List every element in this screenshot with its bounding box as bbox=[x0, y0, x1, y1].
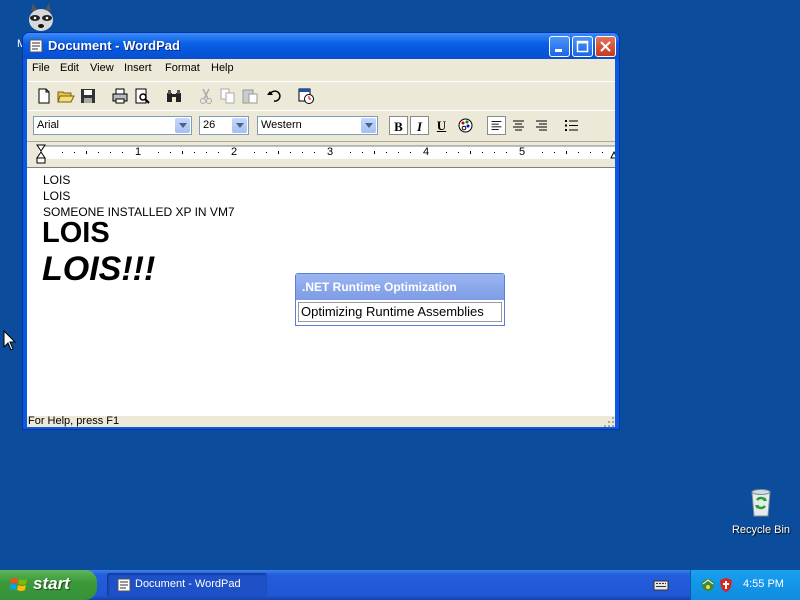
chevron-down-icon[interactable] bbox=[361, 118, 376, 133]
undo-icon[interactable] bbox=[265, 87, 283, 105]
bullets-icon[interactable] bbox=[562, 116, 581, 135]
ruler[interactable]: 1 2 3 4 5 bbox=[27, 141, 615, 165]
close-button[interactable] bbox=[595, 36, 616, 57]
menu-edit[interactable]: Edit bbox=[60, 62, 79, 74]
minimize-icon bbox=[555, 49, 562, 52]
font-name-combo[interactable]: Arial bbox=[33, 116, 192, 135]
open-folder-icon[interactable] bbox=[57, 87, 75, 105]
recycle-bin-label: Recycle Bin bbox=[731, 524, 791, 536]
resize-grip-icon[interactable] bbox=[603, 415, 615, 427]
start-button[interactable]: start bbox=[0, 570, 97, 600]
ruler-mark-4: 4 bbox=[423, 146, 430, 158]
mouse-cursor-icon bbox=[3, 330, 17, 351]
network-icon[interactable] bbox=[700, 577, 716, 593]
align-right-icon[interactable] bbox=[532, 116, 551, 135]
font-name-value: Arial bbox=[37, 119, 60, 131]
maximize-icon bbox=[576, 40, 589, 53]
font-size-value: 26 bbox=[203, 119, 216, 131]
bold-button[interactable]: B bbox=[389, 116, 408, 135]
print-preview-icon[interactable] bbox=[133, 87, 151, 105]
menu-format[interactable]: Format bbox=[165, 62, 200, 74]
find-icon[interactable] bbox=[165, 87, 183, 105]
ruler-mark-3: 3 bbox=[327, 146, 334, 158]
document-line: LOIS bbox=[43, 189, 71, 203]
standard-toolbar bbox=[27, 81, 615, 111]
copy-icon[interactable] bbox=[219, 87, 237, 105]
dotnet-optimization-popup: .NET Runtime Optimization Optimizing Run… bbox=[295, 273, 505, 326]
script-value: Western bbox=[261, 119, 302, 131]
document-line: LOIS bbox=[43, 173, 71, 187]
taskbar: start Document - WordPad 4:55 PM bbox=[0, 570, 800, 600]
menu-bar: File Edit View Insert Format Help bbox=[27, 59, 615, 78]
maximize-button[interactable] bbox=[572, 36, 593, 57]
popup-message: Optimizing Runtime Assemblies bbox=[298, 302, 502, 322]
document-line: LOIS!!! bbox=[42, 250, 156, 288]
document-line: LOIS bbox=[42, 217, 110, 249]
wordpad-window: Document - WordPad File Edit View Insert… bbox=[22, 32, 620, 430]
minimize-button[interactable] bbox=[549, 36, 570, 57]
insert-date-time-icon[interactable] bbox=[297, 87, 315, 105]
menu-insert[interactable]: Insert bbox=[124, 62, 152, 74]
window-client: File Edit View Insert Format Help Arial bbox=[27, 59, 615, 427]
taskbar-item-wordpad[interactable]: Document - WordPad bbox=[107, 573, 267, 597]
chevron-down-icon[interactable] bbox=[232, 118, 247, 133]
close-icon bbox=[600, 41, 611, 52]
taskbar-item-label: Document - WordPad bbox=[135, 578, 241, 590]
new-document-icon[interactable] bbox=[35, 87, 53, 105]
ruler-mark-5: 5 bbox=[519, 146, 526, 158]
recycle-bin-icon bbox=[751, 489, 771, 517]
keyboard-icon[interactable] bbox=[653, 578, 669, 592]
ruler-mark-2: 2 bbox=[231, 146, 238, 158]
print-icon[interactable] bbox=[111, 87, 129, 105]
script-combo[interactable]: Western bbox=[257, 116, 378, 135]
underline-button[interactable]: U bbox=[432, 116, 451, 135]
wordpad-icon bbox=[117, 578, 131, 592]
italic-button[interactable]: I bbox=[410, 116, 429, 135]
format-bar: Arial 26 Western B I U bbox=[27, 110, 615, 142]
clock[interactable]: 4:55 PM bbox=[743, 578, 784, 590]
font-size-combo[interactable]: 26 bbox=[199, 116, 249, 135]
ruler-scale bbox=[36, 144, 615, 164]
wordpad-icon bbox=[29, 39, 43, 53]
security-shield-icon[interactable] bbox=[718, 577, 734, 593]
title-bar[interactable]: Document - WordPad bbox=[23, 33, 619, 59]
status-text: For Help, press F1 bbox=[28, 415, 120, 427]
color-palette-icon[interactable] bbox=[456, 116, 475, 135]
ruler-mark-1: 1 bbox=[135, 146, 142, 158]
save-icon[interactable] bbox=[79, 87, 97, 105]
window-title: Document - WordPad bbox=[48, 38, 180, 53]
windows-logo-icon bbox=[10, 578, 27, 591]
status-bar: For Help, press F1 bbox=[27, 415, 615, 427]
start-label: start bbox=[33, 574, 70, 593]
menu-file[interactable]: File bbox=[32, 62, 50, 74]
chevron-down-icon[interactable] bbox=[175, 118, 190, 133]
system-tray: 4:55 PM bbox=[690, 570, 800, 600]
align-center-icon[interactable] bbox=[509, 116, 528, 135]
align-left-icon[interactable] bbox=[487, 116, 506, 135]
recycle-bin[interactable]: Recycle Bin bbox=[728, 486, 794, 536]
popup-title[interactable]: .NET Runtime Optimization bbox=[296, 274, 504, 300]
cut-icon[interactable] bbox=[197, 87, 215, 105]
paste-icon[interactable] bbox=[241, 87, 259, 105]
menu-view[interactable]: View bbox=[90, 62, 114, 74]
menu-help[interactable]: Help bbox=[211, 62, 234, 74]
